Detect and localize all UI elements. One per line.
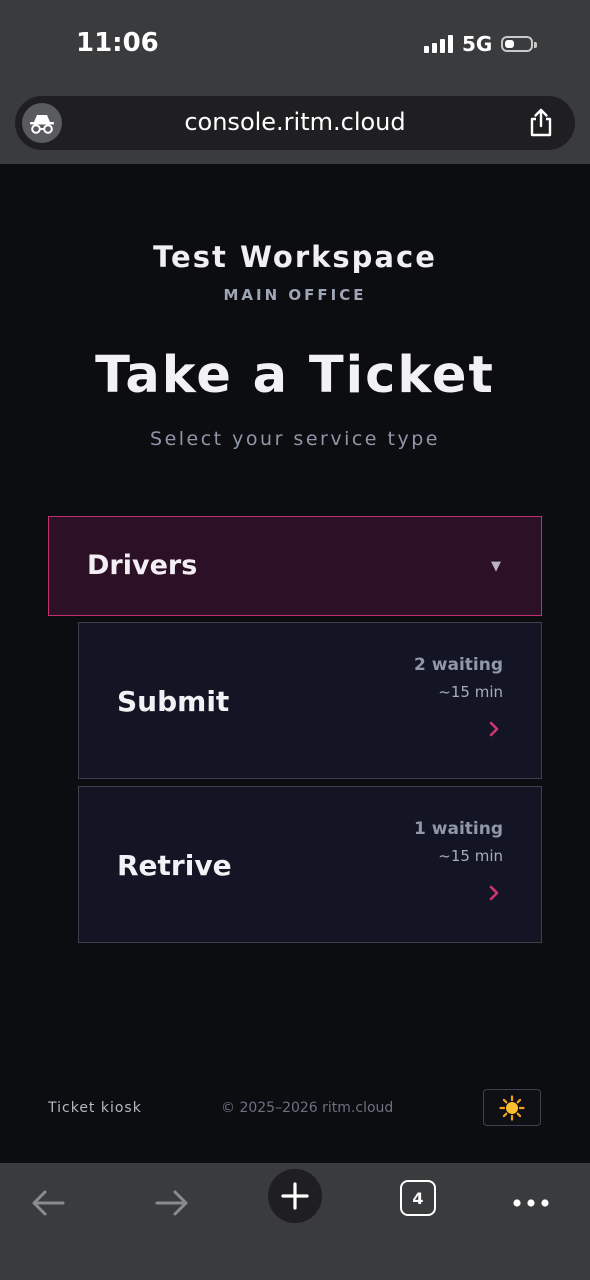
service-submit[interactable]: Submit 2 waiting ~15 min [78, 622, 542, 779]
back-arrow-icon [32, 1190, 65, 1216]
wait-estimate: ~15 min [438, 847, 503, 865]
footer-kiosk-label: Ticket kiosk [48, 1100, 142, 1116]
browser-toolbar: console.ritm.cloud [0, 90, 590, 164]
new-tab-button[interactable] [268, 1169, 322, 1223]
status-indicators: 5G [424, 32, 538, 56]
sun-icon [499, 1094, 525, 1121]
status-bar: 11:06 5G [0, 0, 590, 90]
chevron-right-icon [489, 885, 499, 901]
status-time: 11:06 [76, 28, 159, 58]
service-name: Submit [117, 685, 230, 718]
service-retrive[interactable]: Retrive 1 waiting ~15 min [78, 786, 542, 943]
theme-toggle-button[interactable] [483, 1089, 541, 1126]
service-name: Retrive [117, 849, 232, 882]
waiting-count: 2 waiting [414, 655, 503, 675]
more-icon [513, 1199, 549, 1207]
plus-icon [281, 1182, 309, 1210]
page-title: Take a Ticket [95, 346, 495, 405]
tabs-button[interactable]: 4 [400, 1180, 436, 1216]
tab-count: 4 [412, 1188, 424, 1208]
forward-arrow-icon [155, 1190, 188, 1216]
back-button[interactable] [26, 1181, 70, 1225]
signal-icon [424, 35, 453, 53]
forward-button[interactable] [150, 1181, 194, 1225]
address-bar[interactable]: console.ritm.cloud [15, 96, 575, 150]
browser-bottom-bar: 4 [0, 1163, 590, 1280]
category-label: Drivers [87, 550, 198, 581]
wait-estimate: ~15 min [438, 683, 503, 701]
workspace-header: Test Workspace MAIN OFFICE [0, 240, 590, 304]
chevron-down-icon: ▼ [491, 559, 501, 574]
network-type: 5G [462, 32, 493, 56]
more-button[interactable] [508, 1181, 554, 1225]
url-text[interactable]: console.ritm.cloud [15, 108, 575, 136]
category-drivers[interactable]: Drivers ▼ [48, 516, 542, 616]
battery-icon [501, 36, 538, 52]
footer-copyright: © 2025–2026 ritm.cloud [221, 1100, 394, 1116]
share-icon[interactable] [527, 107, 555, 137]
workspace-subtitle: MAIN OFFICE [223, 286, 367, 304]
page-subtitle: Select your service type [150, 428, 440, 450]
waiting-count: 1 waiting [414, 819, 503, 839]
chevron-right-icon [489, 721, 499, 737]
workspace-title: Test Workspace [153, 240, 437, 274]
